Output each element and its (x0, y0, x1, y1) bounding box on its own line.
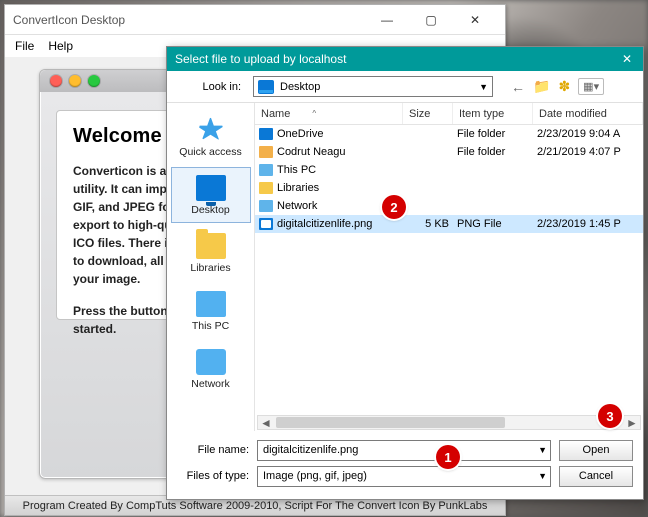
lib-icon (259, 182, 273, 194)
net-icon (259, 200, 273, 212)
chevron-down-icon: ▼ (538, 471, 547, 481)
place-network[interactable]: Network (171, 341, 251, 397)
file-list[interactable]: OneDrive File folder2/23/2019 9:04 A Codru… (255, 125, 643, 431)
file-name: Codrut Neagu (277, 146, 407, 158)
file-name: This PC (277, 164, 407, 176)
file-type-label: Files of type: (177, 470, 249, 482)
file-date: 2/21/2019 4:07 P (537, 146, 643, 158)
column-headers[interactable]: Name ^ Size Item type Date modified (255, 103, 643, 125)
dialog-bottom: File name: digitalcitizenlife.png ▼ Open… (167, 431, 643, 499)
sort-indicator-icon: ^ (312, 109, 316, 118)
annotation-marker-2: 2 (382, 195, 406, 219)
net-icon (196, 349, 226, 375)
file-row[interactable]: digitalcitizenlife.png5 KBPNG File2/23/2… (255, 215, 643, 233)
file-type-value: Image (png, gif, jpeg) (263, 470, 367, 482)
look-in-select[interactable]: Desktop ▼ (253, 76, 493, 97)
file-name: OneDrive (277, 128, 407, 140)
place-this-pc[interactable]: This PC (171, 283, 251, 339)
file-name: Libraries (277, 182, 407, 194)
dialog-toolbar: Look in: Desktop ▼ ← 📁 ✽ ▦▾ (167, 71, 643, 103)
col-date[interactable]: Date modified (533, 103, 643, 124)
cancel-button[interactable]: Cancel (559, 466, 633, 487)
png-icon (259, 218, 273, 230)
place-desktop[interactable]: Desktop (171, 167, 251, 223)
places-bar: Quick access Desktop Libraries This PC Netwo… (167, 103, 255, 431)
minimize-button[interactable]: — (365, 6, 409, 34)
file-size: 5 KB (407, 218, 457, 230)
chevron-down-icon: ▼ (538, 445, 547, 455)
file-date: 2/23/2019 9:04 A (537, 128, 643, 140)
place-label: Quick access (179, 146, 241, 158)
new-folder-icon[interactable]: ✽ (558, 78, 570, 95)
open-button[interactable]: Open (559, 440, 633, 461)
file-name-input[interactable]: digitalcitizenlife.png ▼ (257, 440, 551, 461)
col-name[interactable]: Name (261, 108, 290, 120)
pc-icon (259, 164, 273, 176)
app-titlebar[interactable]: ConvertIcon Desktop — ▢ ✕ (5, 5, 505, 35)
file-type-select[interactable]: Image (png, gif, jpeg) ▼ (257, 466, 551, 487)
file-open-dialog: Select file to upload by localhost ✕ Loo… (166, 46, 644, 500)
scroll-thumb[interactable] (276, 417, 505, 428)
place-label: Network (191, 378, 230, 390)
file-row[interactable]: OneDrive File folder2/23/2019 9:04 A (255, 125, 643, 143)
pc-icon (196, 291, 226, 317)
place-label: Libraries (190, 262, 230, 274)
up-one-level-icon[interactable]: 📁 (533, 78, 550, 95)
dialog-close-button[interactable]: ✕ (619, 52, 635, 66)
close-button[interactable]: ✕ (453, 6, 497, 34)
look-in-value: Desktop (280, 81, 479, 93)
place-label: This PC (192, 320, 229, 332)
scroll-left-icon[interactable]: ◄ (258, 416, 274, 430)
annotation-marker-3: 3 (598, 404, 622, 428)
user-icon (259, 146, 273, 158)
app-title: ConvertIcon Desktop (13, 13, 365, 27)
file-list-area: Name ^ Size Item type Date modified OneDr… (255, 103, 643, 431)
horizontal-scrollbar[interactable]: ◄ ► (257, 415, 641, 430)
col-size[interactable]: Size (403, 103, 453, 124)
file-name-value: digitalcitizenlife.png (263, 444, 358, 456)
monitor-icon (196, 175, 226, 201)
traffic-close-icon[interactable] (50, 75, 62, 87)
onedrive-icon (259, 128, 273, 140)
star-icon (196, 117, 226, 143)
file-row[interactable]: Codrut Neagu File folder2/21/2019 4:07 P (255, 143, 643, 161)
file-row[interactable]: Network (255, 197, 643, 215)
desktop-icon (258, 80, 274, 94)
annotation-marker-1: 1 (436, 445, 460, 469)
col-type[interactable]: Item type (453, 103, 533, 124)
scroll-right-icon[interactable]: ► (624, 416, 640, 430)
file-name: digitalcitizenlife.png (277, 218, 407, 230)
maximize-button[interactable]: ▢ (409, 6, 453, 34)
chevron-down-icon: ▼ (479, 82, 488, 92)
place-libraries[interactable]: Libraries (171, 225, 251, 281)
back-icon[interactable]: ← (511, 79, 525, 95)
file-date: 2/23/2019 1:45 P (537, 218, 643, 230)
dialog-titlebar[interactable]: Select file to upload by localhost ✕ (167, 47, 643, 71)
menu-file[interactable]: File (15, 39, 34, 53)
file-type: File folder (457, 146, 537, 158)
traffic-min-icon[interactable] (69, 75, 81, 87)
views-menu-button[interactable]: ▦▾ (578, 78, 604, 95)
menu-help[interactable]: Help (48, 39, 73, 53)
folder-icon (196, 233, 226, 259)
file-type: PNG File (457, 218, 537, 230)
look-in-label: Look in: (175, 81, 247, 93)
file-type: File folder (457, 128, 537, 140)
dialog-title: Select file to upload by localhost (175, 52, 346, 66)
traffic-max-icon[interactable] (88, 75, 100, 87)
place-quick-access[interactable]: Quick access (171, 109, 251, 165)
file-row[interactable]: Libraries (255, 179, 643, 197)
file-row[interactable]: This PC (255, 161, 643, 179)
file-name-label: File name: (177, 444, 249, 456)
